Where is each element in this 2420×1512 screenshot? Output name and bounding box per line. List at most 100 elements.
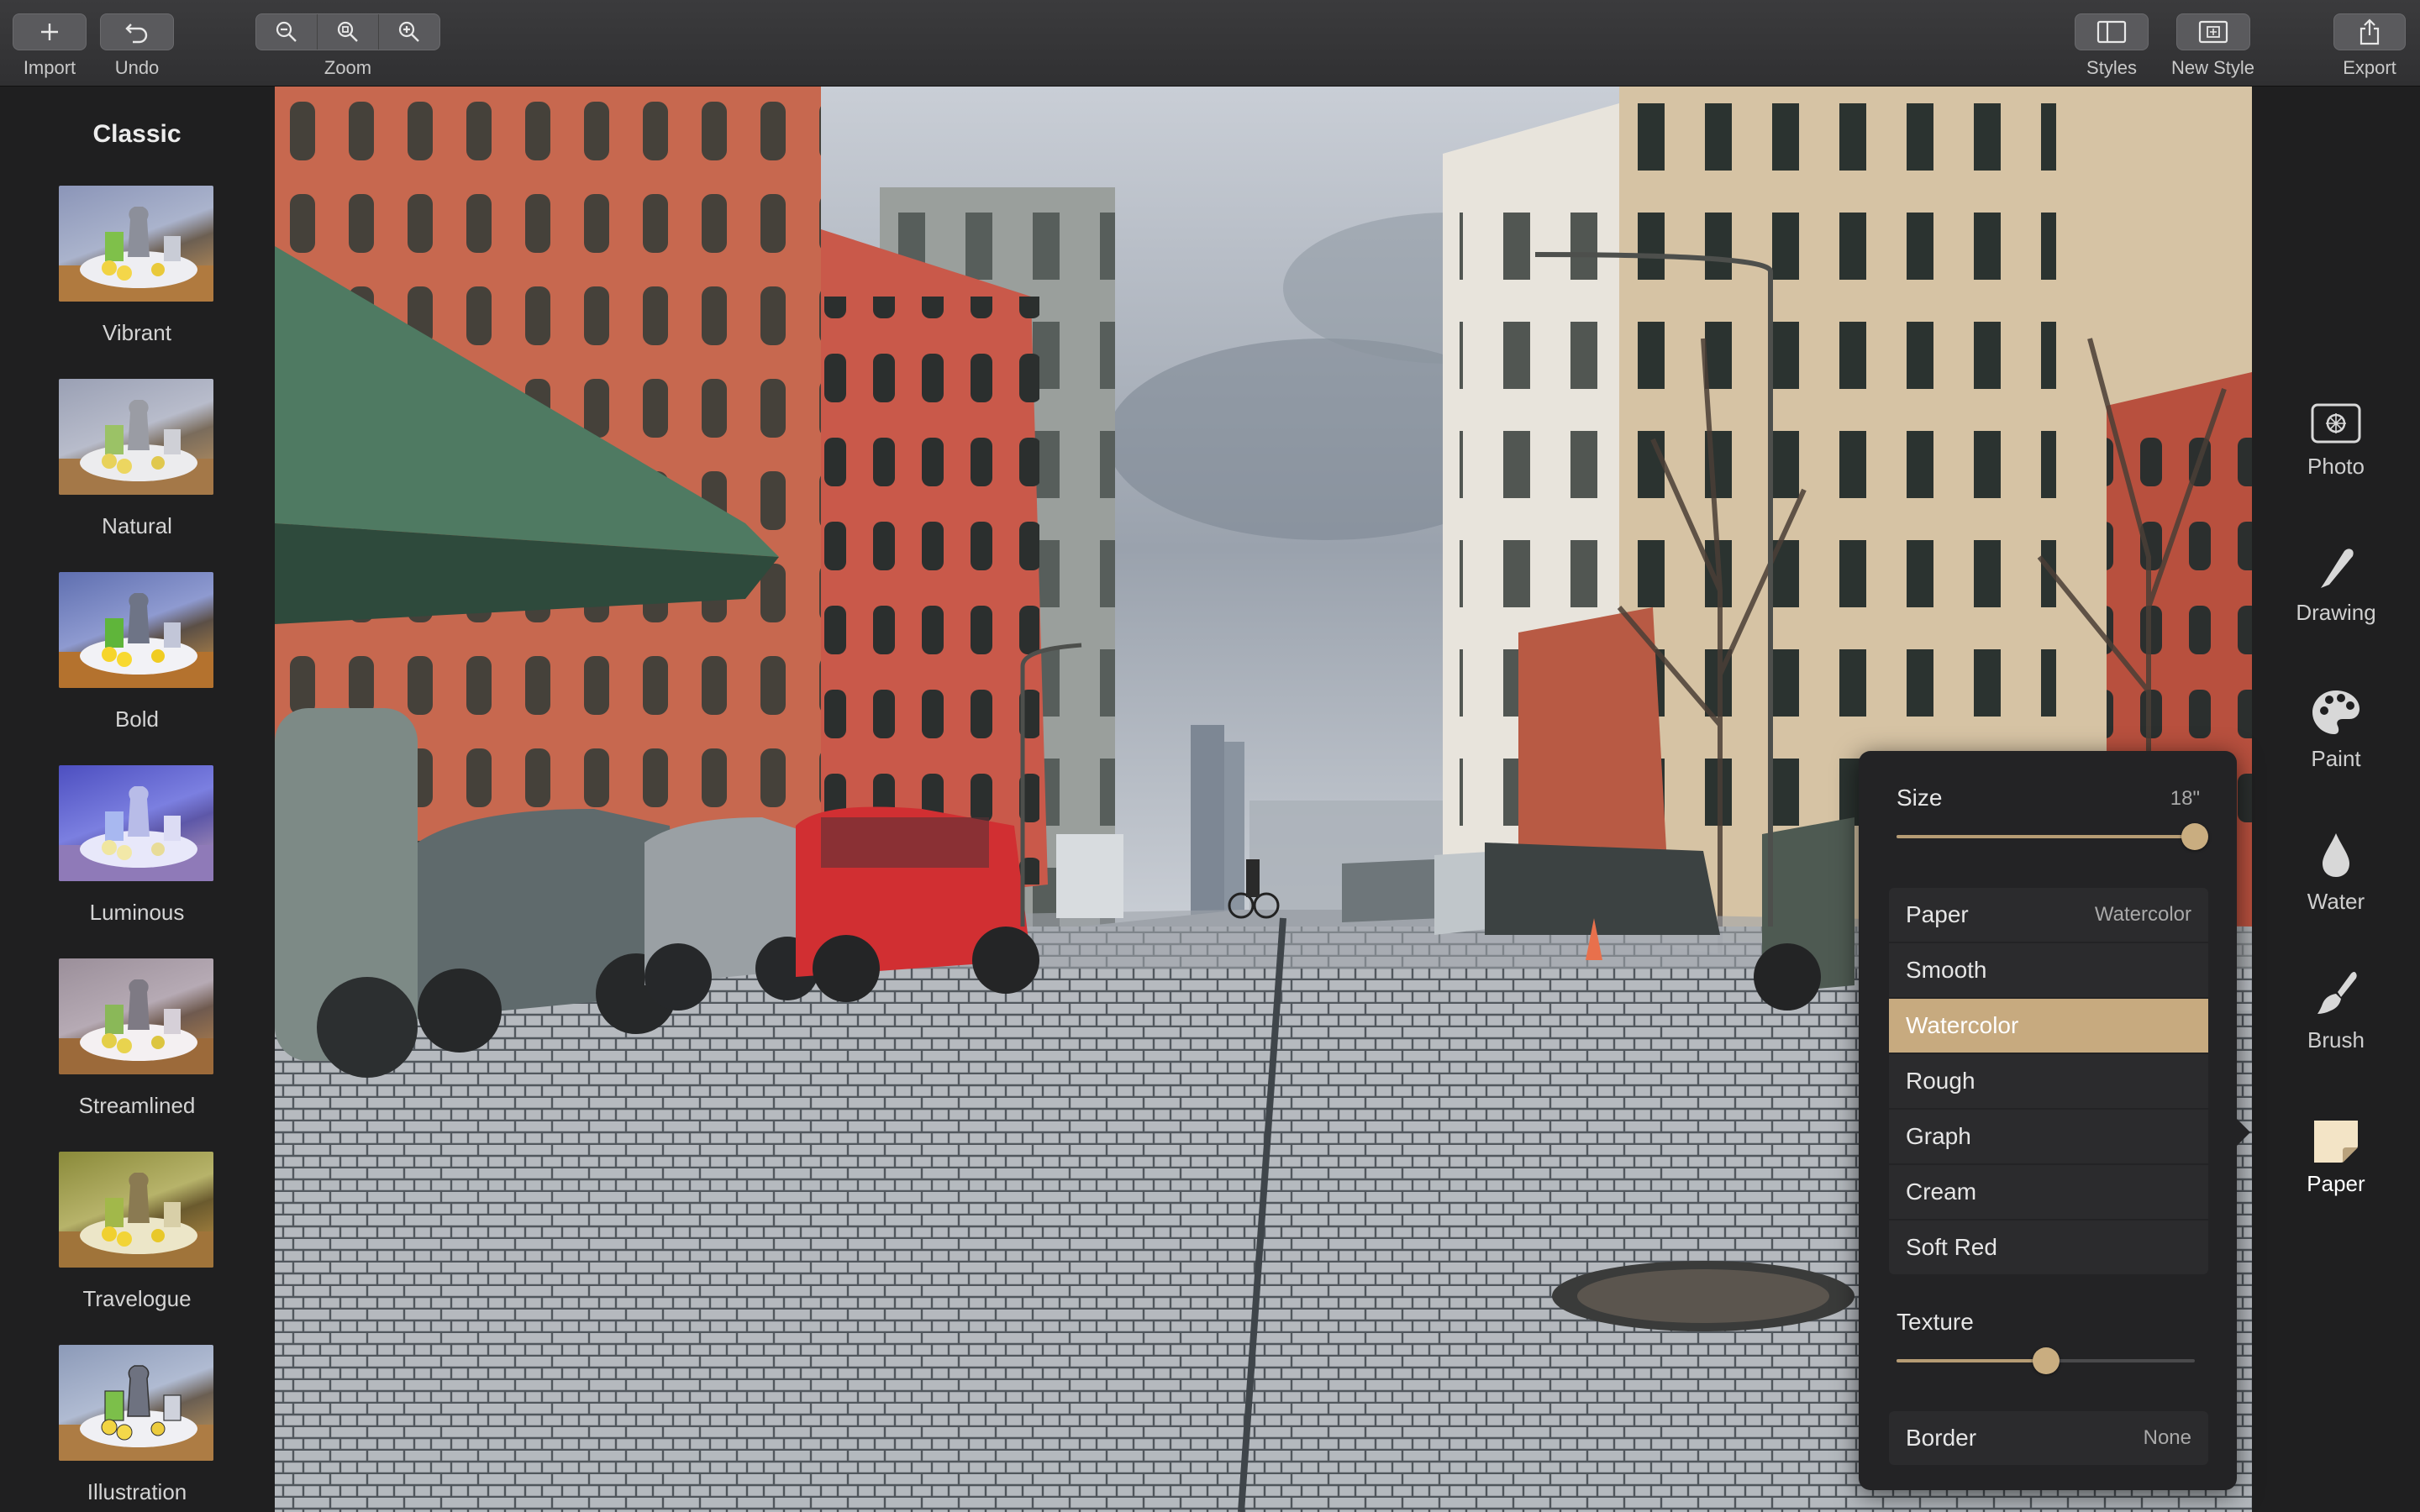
style-label: Vibrant xyxy=(103,320,171,345)
size-label: Size xyxy=(1897,785,1943,811)
size-value: 18" xyxy=(2170,787,2200,810)
panel-pointer xyxy=(2235,1117,2250,1147)
style-thumbnail xyxy=(59,1345,213,1461)
paper-icon xyxy=(2314,1121,2358,1163)
tool-label: Paper xyxy=(2307,1171,2365,1196)
zoom-control xyxy=(255,13,440,50)
size-slider[interactable] xyxy=(1897,823,2208,850)
zoom-in-icon xyxy=(398,21,419,42)
still-life-thumbnail xyxy=(59,1365,213,1461)
style-thumbnail xyxy=(59,186,213,302)
zoom-in-button[interactable] xyxy=(379,14,439,50)
tool-label: Photo xyxy=(2307,454,2365,479)
undo-button[interactable] xyxy=(100,13,174,50)
paper-label: Paper xyxy=(1906,901,1969,927)
undo-group: Undo xyxy=(100,0,174,79)
size-slider-fill xyxy=(1897,835,2195,838)
style-item-natural[interactable]: Natural xyxy=(57,379,217,539)
texture-slider-fill xyxy=(1897,1359,2046,1362)
photo-icon xyxy=(2311,403,2361,444)
sidebar-title: Classic xyxy=(92,120,182,148)
toolbar: Import Undo Zoom Styles New Style Export xyxy=(0,0,2420,87)
brush-icon xyxy=(2317,972,2357,1014)
style-item-bold[interactable]: Bold xyxy=(57,572,217,732)
import-group: Import xyxy=(13,0,87,79)
still-life-thumbnail xyxy=(59,593,213,688)
paper-option-graph[interactable]: Graph xyxy=(1889,1110,2208,1163)
tool-label: Brush xyxy=(2307,1027,2365,1053)
export-group: Export xyxy=(2333,0,2406,79)
tool-photo[interactable]: Photo xyxy=(2252,402,2420,480)
style-thumbnail xyxy=(59,379,213,495)
tool-paper[interactable]: Paper xyxy=(2252,1116,2420,1197)
new-style-group: New Style xyxy=(2171,0,2254,79)
paper-option-smooth[interactable]: Smooth xyxy=(1889,943,2208,997)
undo-icon xyxy=(125,24,148,44)
plus-icon xyxy=(41,24,58,40)
pencil-icon xyxy=(2321,549,2354,588)
border-row[interactable]: Border None xyxy=(1889,1411,2208,1467)
tool-drawing[interactable]: Drawing xyxy=(2252,544,2420,626)
style-thumbnail xyxy=(59,1152,213,1268)
zoom-group: Zoom xyxy=(255,0,440,79)
style-thumbnail xyxy=(59,958,213,1074)
still-life-thumbnail xyxy=(59,400,213,495)
import-label: Import xyxy=(23,57,76,78)
export-button[interactable] xyxy=(2333,13,2406,50)
tool-paint[interactable]: Paint xyxy=(2252,687,2420,772)
tools-sidebar: Photo Drawing Paint Water Brush Paper xyxy=(2252,87,2420,1512)
style-item-streamlined[interactable]: Streamlined xyxy=(57,958,217,1119)
paper-value: Watercolor xyxy=(2094,903,2191,926)
border-header[interactable]: Border None xyxy=(1889,1411,2208,1465)
paper-option-rough[interactable]: Rough xyxy=(1889,1054,2208,1108)
zoom-label: Zoom xyxy=(324,57,372,78)
paper-option-cream[interactable]: Cream xyxy=(1889,1165,2208,1219)
still-life-thumbnail xyxy=(59,786,213,881)
style-label: Natural xyxy=(102,513,172,538)
tool-label: Water xyxy=(2307,889,2365,914)
styles-sidebar: Classic Vibrant Natural Bold Luminous St… xyxy=(0,87,274,1512)
style-label: Luminous xyxy=(89,900,185,925)
still-life-thumbnail xyxy=(59,207,213,302)
border-value: None xyxy=(2143,1426,2191,1449)
style-item-vibrant[interactable]: Vibrant xyxy=(57,186,217,346)
tool-brush[interactable]: Brush xyxy=(2252,969,2420,1053)
zoom-out-icon xyxy=(276,21,297,42)
style-item-travelogue[interactable]: Travelogue xyxy=(57,1152,217,1312)
style-thumbnail xyxy=(59,765,213,881)
new-style-icon xyxy=(2198,20,2228,44)
paper-option-soft-red[interactable]: Soft Red xyxy=(1889,1221,2208,1274)
water-drop-icon xyxy=(2323,833,2349,877)
tool-water[interactable]: Water xyxy=(2252,830,2420,915)
export-label: Export xyxy=(2343,57,2396,78)
zoom-out-button[interactable] xyxy=(256,14,318,50)
styles-button[interactable] xyxy=(2075,13,2149,50)
texture-slider-knob[interactable] xyxy=(2033,1347,2060,1374)
import-button[interactable] xyxy=(13,13,87,50)
sidebar-icon xyxy=(2096,20,2127,44)
border-label: Border xyxy=(1906,1425,1977,1451)
new-style-button[interactable] xyxy=(2175,13,2250,50)
undo-label: Undo xyxy=(114,57,160,78)
paper-option-watercolor[interactable]: Watercolor xyxy=(1889,999,2208,1053)
still-life-thumbnail xyxy=(59,979,213,1074)
style-label: Travelogue xyxy=(82,1286,192,1311)
style-label: Bold xyxy=(114,706,160,732)
style-label: Illustration xyxy=(87,1479,187,1504)
style-item-illustration[interactable]: Illustration xyxy=(57,1345,217,1505)
zoom-fit-icon xyxy=(337,21,358,42)
styles-group: Styles xyxy=(2075,0,2149,79)
style-thumbnail xyxy=(59,572,213,688)
zoom-fit-button[interactable] xyxy=(318,14,379,50)
tool-label: Paint xyxy=(2311,746,2361,771)
texture-label: Texture xyxy=(1897,1309,1974,1335)
still-life-thumbnail xyxy=(59,1173,213,1268)
paper-settings-panel: Size 18" Paper Watercolor Smooth Waterco… xyxy=(1859,751,2237,1490)
new-style-label: New Style xyxy=(2171,57,2255,78)
size-slider-knob[interactable] xyxy=(2181,823,2208,850)
paper-header: Paper Watercolor xyxy=(1889,888,2208,942)
texture-slider[interactable] xyxy=(1897,1347,2195,1374)
share-icon xyxy=(2360,18,2380,45)
style-item-luminous[interactable]: Luminous xyxy=(57,765,217,926)
palette-icon xyxy=(2312,690,2360,734)
